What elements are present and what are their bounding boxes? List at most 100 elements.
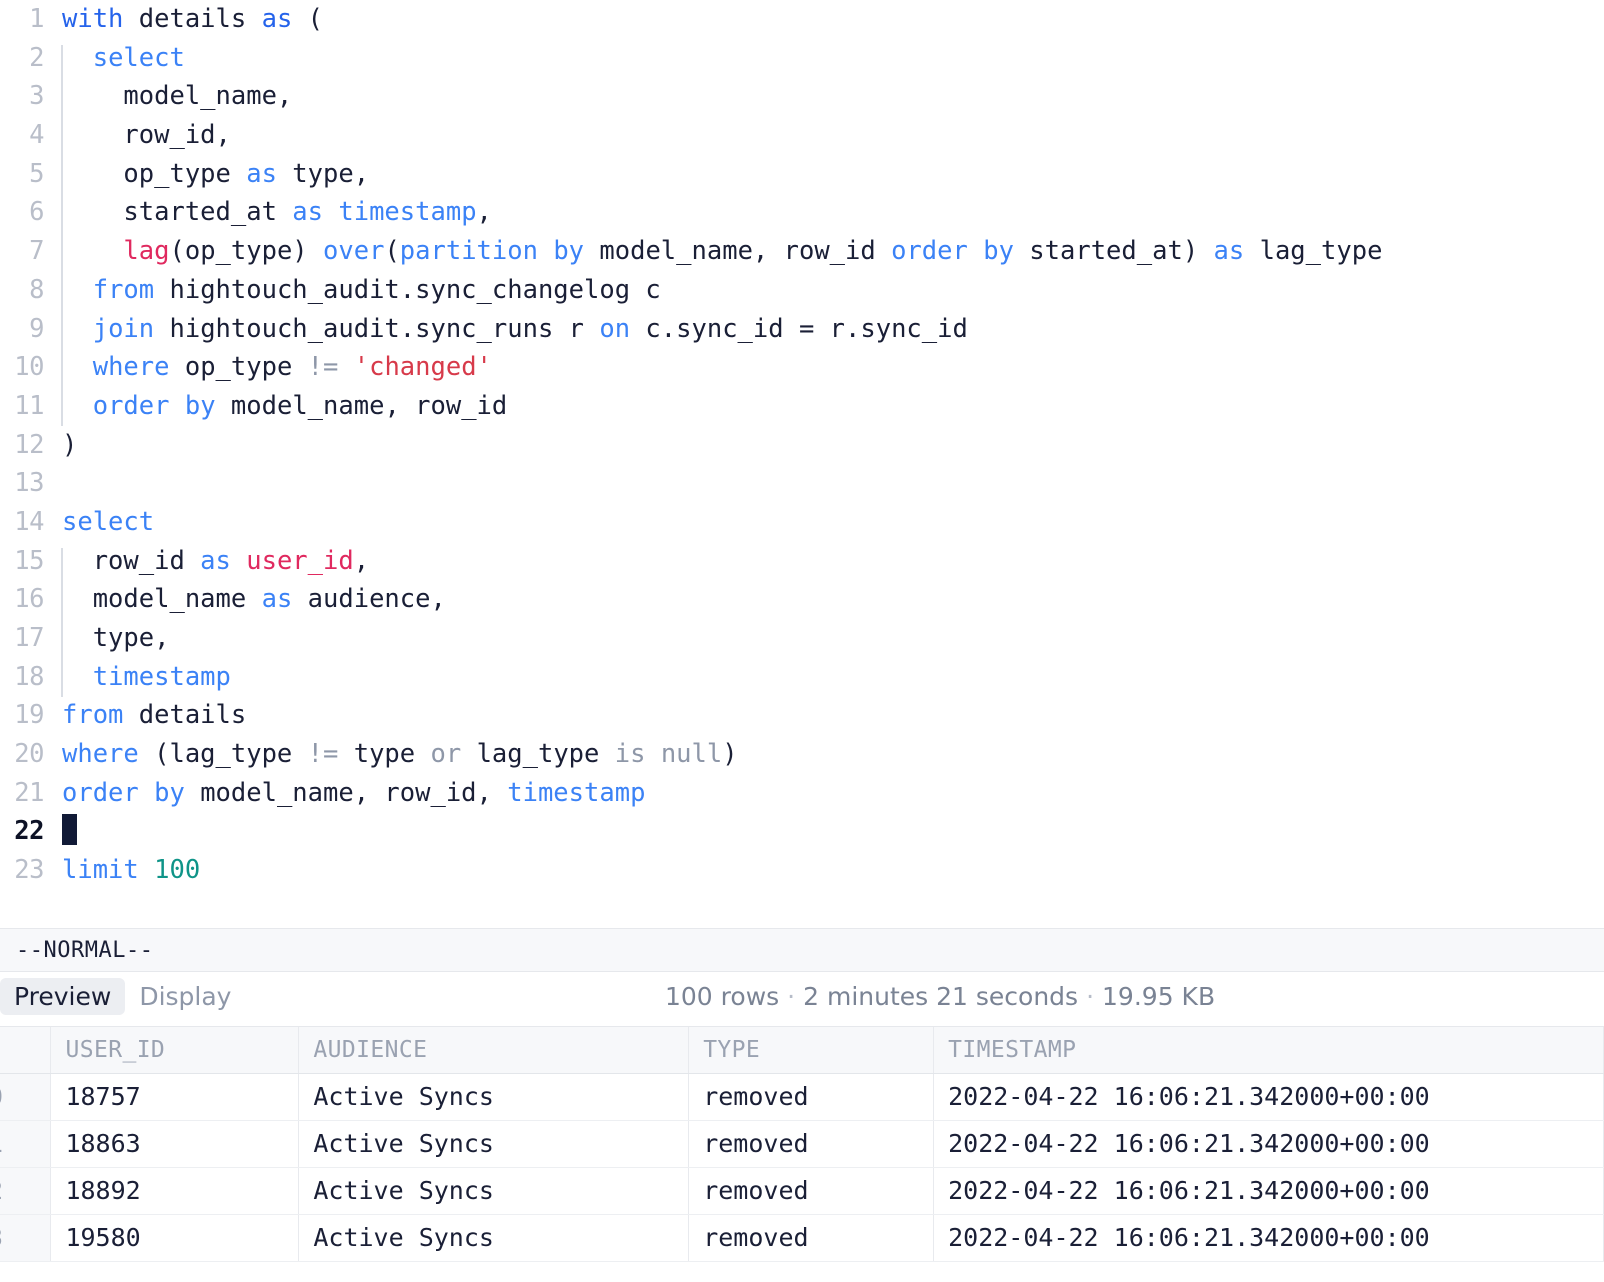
code-line[interactable]: 1with details as ( xyxy=(0,0,1604,39)
column-header-user-id[interactable]: USER_ID xyxy=(51,1027,299,1073)
code-token xyxy=(323,197,338,227)
code-token xyxy=(645,739,660,769)
code-token: timestamp xyxy=(507,778,645,808)
column-header-audience[interactable]: AUDIENCE xyxy=(299,1027,689,1073)
cell-audience[interactable]: Active Syncs xyxy=(299,1167,689,1214)
cell-user-id[interactable]: 18757 xyxy=(51,1073,299,1120)
table-row[interactable]: 118863Active Syncsremoved2022-04-22 16:0… xyxy=(0,1120,1604,1167)
code-token: order xyxy=(891,236,968,266)
code-token: (op_type) xyxy=(169,236,323,266)
code-line-text: row_id, xyxy=(62,116,231,155)
line-number: 16 xyxy=(0,580,44,619)
results-grid-container[interactable]: USER_ID AUDIENCE TYPE TIMESTAMP 018757Ac… xyxy=(0,1027,1604,1282)
cell-timestamp[interactable]: 2022-04-22 16:06:21.342000+00:00 xyxy=(934,1214,1604,1261)
code-line[interactable]: 6 started_at as timestamp, xyxy=(0,193,1604,232)
code-token xyxy=(62,314,93,344)
code-token xyxy=(62,391,93,421)
cell-audience[interactable]: Active Syncs xyxy=(299,1073,689,1120)
code-line[interactable]: 18 timestamp xyxy=(0,658,1604,697)
code-token: hightouch_audit.sync_changelog c xyxy=(154,275,661,305)
code-token: on xyxy=(599,314,630,344)
code-token: by xyxy=(185,391,216,421)
line-number: 1 xyxy=(0,0,44,39)
code-token: by xyxy=(553,236,584,266)
cell-timestamp[interactable]: 2022-04-22 16:06:21.342000+00:00 xyxy=(934,1073,1604,1120)
code-token: partition xyxy=(400,236,538,266)
code-line[interactable]: 3 model_name, xyxy=(0,77,1604,116)
code-line[interactable]: 13 xyxy=(0,464,1604,503)
code-token: select xyxy=(62,507,154,537)
code-line-text: started_at as timestamp, xyxy=(62,193,492,232)
results-meta: 100 rows·2 minutes 21 seconds·19.95 KB xyxy=(665,982,1215,1011)
code-line[interactable]: 11 order by model_name, row_id xyxy=(0,387,1604,426)
sql-editor[interactable]: 1with details as (2 select3 model_name,4… xyxy=(0,0,1604,928)
code-token xyxy=(139,778,154,808)
code-line-text: from hightouch_audit.sync_changelog c xyxy=(62,271,661,310)
code-token: as xyxy=(262,584,293,614)
cell-user-id[interactable]: 18863 xyxy=(51,1120,299,1167)
code-token: or xyxy=(431,739,462,769)
cell-type[interactable]: removed xyxy=(689,1214,934,1261)
cell-timestamp[interactable]: 2022-04-22 16:06:21.342000+00:00 xyxy=(934,1120,1604,1167)
line-number: 14 xyxy=(0,503,44,542)
code-token: row_id, xyxy=(62,120,231,150)
code-line[interactable]: 14 select xyxy=(0,503,1604,542)
code-line[interactable]: 23limit 100 xyxy=(0,851,1604,890)
code-token: started_at) xyxy=(1014,236,1214,266)
code-line[interactable]: 21order by model_name, row_id, timestamp xyxy=(0,774,1604,813)
code-token: is xyxy=(615,739,646,769)
code-token: as xyxy=(1214,236,1245,266)
results-table: USER_ID AUDIENCE TYPE TIMESTAMP 018757Ac… xyxy=(0,1027,1604,1262)
table-row[interactable]: 218892Active Syncsremoved2022-04-22 16:0… xyxy=(0,1167,1604,1214)
code-token xyxy=(62,43,93,73)
code-line-text: from details xyxy=(62,696,246,735)
code-line[interactable]: 5 op_type as type, xyxy=(0,155,1604,194)
code-line[interactable]: 9 join hightouch_audit.sync_runs r on c.… xyxy=(0,310,1604,349)
cell-type[interactable]: removed xyxy=(689,1167,934,1214)
code-line[interactable]: 2 select xyxy=(0,39,1604,78)
cell-audience[interactable]: Active Syncs xyxy=(299,1120,689,1167)
line-number: 19 xyxy=(0,696,44,735)
code-line[interactable]: 10 where op_type != 'changed' xyxy=(0,348,1604,387)
cell-audience[interactable]: Active Syncs xyxy=(299,1214,689,1261)
code-line[interactable]: 16 model_name as audience, xyxy=(0,580,1604,619)
results-toolbar: Preview Display 100 rows·2 minutes 21 se… xyxy=(0,972,1604,1027)
code-line[interactable]: 22 xyxy=(0,812,1604,851)
code-token: audience, xyxy=(292,584,446,614)
column-header-timestamp[interactable]: TIMESTAMP xyxy=(934,1027,1604,1073)
cell-timestamp[interactable]: 2022-04-22 16:06:21.342000+00:00 xyxy=(934,1167,1604,1214)
code-line[interactable]: 17 type, xyxy=(0,619,1604,658)
code-token: 'changed' xyxy=(354,352,492,382)
code-line[interactable]: 19 from details xyxy=(0,696,1604,735)
line-number: 20 xyxy=(0,735,44,774)
line-number: 3 xyxy=(0,77,44,116)
code-line[interactable]: 7 lag(op_type) over(partition by model_n… xyxy=(0,232,1604,271)
line-number: 5 xyxy=(0,155,44,194)
table-row[interactable]: 319580Active Syncsremoved2022-04-22 16:0… xyxy=(0,1214,1604,1261)
column-header-type[interactable]: TYPE xyxy=(689,1027,934,1073)
tab-display[interactable]: Display xyxy=(125,978,245,1015)
cell-type[interactable]: removed xyxy=(689,1073,934,1120)
line-number: 4 xyxy=(0,116,44,155)
code-line-text: select xyxy=(62,503,154,542)
code-line[interactable]: 8 from hightouch_audit.sync_changelog c xyxy=(0,271,1604,310)
line-number: 8 xyxy=(0,271,44,310)
code-line[interactable]: 20where (lag_type != type or lag_type is… xyxy=(0,735,1604,774)
code-line[interactable]: 15 row_id as user_id, xyxy=(0,542,1604,581)
cell-type[interactable]: removed xyxy=(689,1120,934,1167)
cell-user-id[interactable]: 19580 xyxy=(51,1214,299,1261)
line-number: 6 xyxy=(0,193,44,232)
code-token xyxy=(139,855,154,885)
cell-user-id[interactable]: 18892 xyxy=(51,1167,299,1214)
table-row[interactable]: 018757Active Syncsremoved2022-04-22 16:0… xyxy=(0,1073,1604,1120)
code-token: != xyxy=(308,352,339,382)
code-token: model_name, xyxy=(62,81,292,111)
code-token: hightouch_audit.sync_runs r xyxy=(154,314,599,344)
code-line[interactable]: 12) xyxy=(0,426,1604,465)
line-number: 11 xyxy=(0,387,44,426)
line-number: 21 xyxy=(0,774,44,813)
code-lines[interactable]: 1with details as (2 select3 model_name,4… xyxy=(0,0,1604,890)
code-line-text: timestamp xyxy=(62,658,231,697)
tab-preview[interactable]: Preview xyxy=(0,978,125,1015)
code-line[interactable]: 4 row_id, xyxy=(0,116,1604,155)
